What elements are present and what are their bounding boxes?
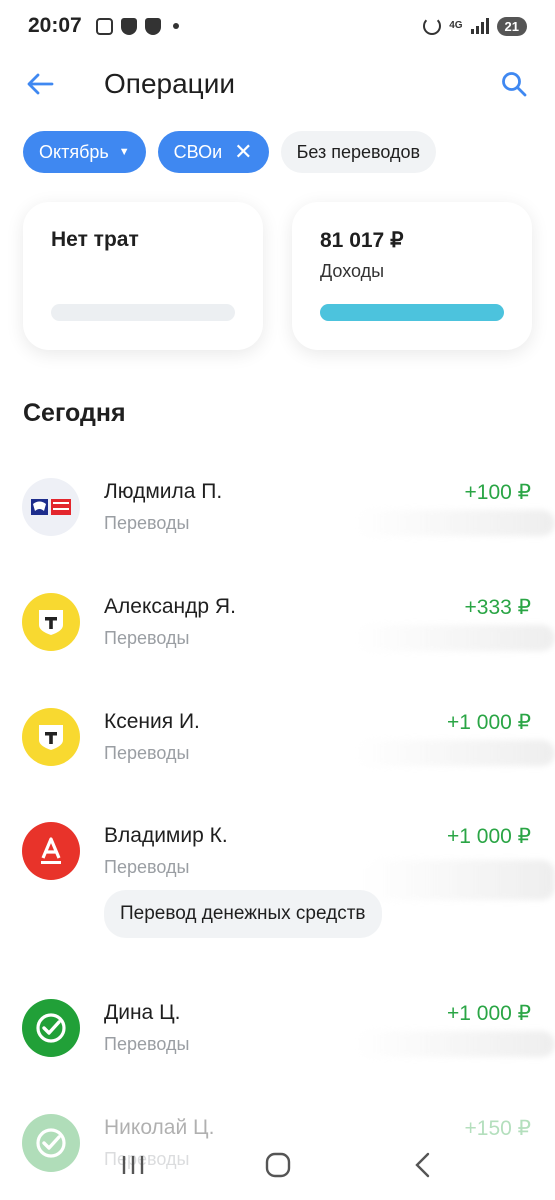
spend-progress-bar <box>51 304 235 321</box>
status-bar: 20:07 4G 21 <box>0 0 555 52</box>
section-title: Сегодня <box>23 399 126 427</box>
filter-tag-chip[interactable]: СВОи ✕ <box>157 131 269 173</box>
filter-tag-label: СВОи <box>173 141 223 162</box>
page-title: Операции <box>104 68 235 99</box>
transaction-name: Дина Ц. <box>104 1001 181 1024</box>
transaction-item[interactable]: Дина Ц. Переводы +1 000 ₽ <box>0 999 555 1089</box>
transaction-category: Переводы <box>104 857 190 877</box>
alfa-bank-logo-icon <box>22 822 80 880</box>
shield-icon <box>144 17 161 35</box>
transaction-name: Людмила П. <box>104 480 223 503</box>
redacted-area <box>365 860 555 900</box>
transaction-category: Переводы <box>104 1034 190 1054</box>
transaction-item[interactable]: Александр Я. Переводы +333 ₽ <box>0 593 555 683</box>
redacted-area <box>355 740 555 766</box>
close-icon[interactable]: ✕ <box>234 141 252 163</box>
transaction-item[interactable]: Людмила П. Переводы +100 ₽ <box>0 478 555 568</box>
recent-apps-button[interactable] <box>109 1145 157 1185</box>
tinkoff-logo-icon <box>22 708 80 766</box>
back-button[interactable] <box>22 66 58 102</box>
search-icon <box>502 72 527 97</box>
transaction-note: Перевод денежных средств <box>104 890 382 938</box>
filter-month-label: Октябрь <box>39 141 109 162</box>
income-amount: 81 017 ₽ <box>320 229 404 252</box>
sber-logo-icon <box>22 999 80 1057</box>
redacted-area <box>355 625 555 651</box>
spend-card[interactable]: Нет трат <box>23 202 263 350</box>
spend-title: Нет трат <box>51 228 139 251</box>
status-time: 20:07 <box>28 14 82 37</box>
transaction-amount: +100 ₽ <box>464 481 532 504</box>
filter-no-transfers-label: Без переводов <box>296 141 421 162</box>
transaction-amount: +1 000 ₽ <box>446 1002 531 1025</box>
redacted-area <box>355 510 555 536</box>
transaction-name: Владимир К. <box>104 824 228 847</box>
transaction-amount: +1 000 ₽ <box>446 825 531 848</box>
pochta-bank-logo-icon <box>22 478 80 536</box>
system-navigation-bar <box>0 1130 555 1200</box>
notification-dot-icon <box>172 23 179 29</box>
filter-no-transfers-chip[interactable]: Без переводов <box>280 131 437 173</box>
income-card[interactable]: 81 017 ₽ Доходы <box>292 202 532 350</box>
arrow-left-icon <box>27 73 54 95</box>
shield-icon <box>120 17 137 35</box>
transaction-name: Александр Я. <box>104 595 236 618</box>
hotspot-icon <box>423 17 442 35</box>
screenshot-icon <box>95 17 113 35</box>
transaction-amount: +1 000 ₽ <box>446 711 531 734</box>
system-back-button[interactable] <box>399 1145 447 1185</box>
transaction-category: Переводы <box>104 743 190 763</box>
network-type: 4G <box>449 20 463 31</box>
transaction-amount: +333 ₽ <box>464 596 532 619</box>
search-button[interactable] <box>494 66 534 102</box>
redacted-area <box>355 1031 555 1057</box>
chevron-left-icon <box>414 1152 429 1178</box>
transaction-category: Переводы <box>104 628 190 648</box>
transaction-item[interactable]: Ксения И. Переводы +1 000 ₽ <box>0 708 555 798</box>
transaction-name: Ксения И. <box>104 710 200 733</box>
home-icon <box>265 1152 290 1178</box>
income-progress-bar <box>320 304 504 321</box>
filter-month-chip[interactable]: Октябрь ▼ <box>23 131 146 173</box>
filter-chips: Октябрь ▼ СВОи ✕ Без переводов <box>23 131 437 173</box>
recent-apps-icon <box>122 1156 143 1174</box>
app-header: Операции <box>0 58 555 110</box>
battery-indicator: 21 <box>496 16 527 36</box>
income-progress-fill <box>320 304 504 321</box>
income-label: Доходы <box>320 261 385 281</box>
transaction-category: Переводы <box>104 513 190 533</box>
caret-down-icon: ▼ <box>118 146 130 158</box>
tinkoff-logo-icon <box>22 593 80 651</box>
home-button[interactable] <box>254 1145 302 1185</box>
signal-icon <box>470 18 489 34</box>
